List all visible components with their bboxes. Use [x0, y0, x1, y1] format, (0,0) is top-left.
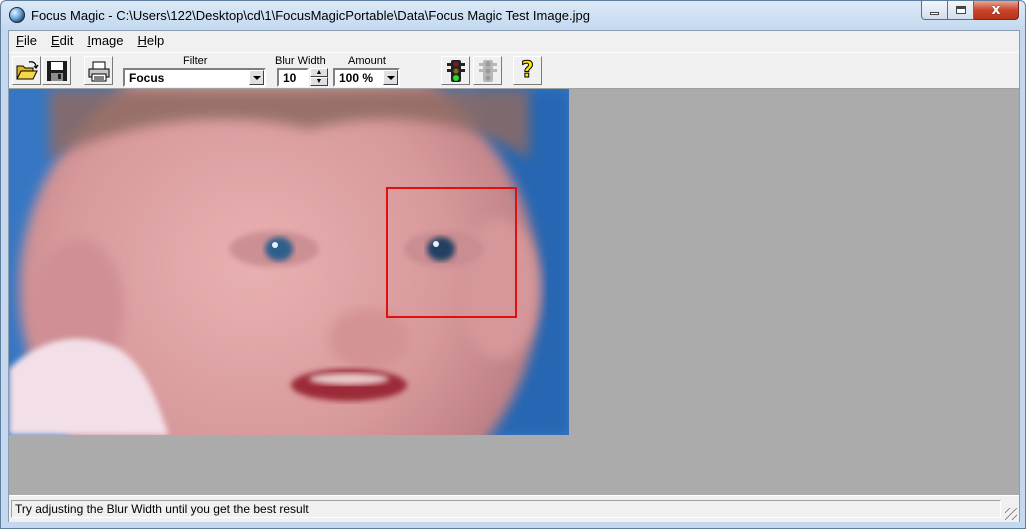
menu-help[interactable]: Help [131, 31, 172, 51]
floppy-disk-icon [46, 60, 67, 81]
title-bar[interactable]: Focus Magic - C:\Users\122\Desktop\cd\1\… [1, 1, 1025, 29]
blur-width-label: Blur Width [275, 55, 326, 67]
open-folder-icon [15, 60, 38, 79]
maximize-button[interactable] [948, 1, 974, 20]
traffic-light-disabled-icon [478, 59, 497, 82]
blur-width-stepper[interactable]: ▲ ▼ [310, 68, 328, 87]
question-mark-icon: ? [521, 58, 535, 84]
blur-width-input[interactable]: 10 [277, 68, 309, 87]
chevron-down-icon[interactable] [249, 70, 264, 85]
maximize-icon [955, 6, 966, 14]
client-area: File Edit Image Help Filter Focus Blur W… [8, 30, 1020, 522]
status-bar: Try adjusting the Blur Width until you g… [9, 495, 1019, 522]
image-workspace[interactable] [9, 89, 1019, 495]
menu-image[interactable]: Image [80, 31, 130, 51]
filter-value: Focus [129, 71, 165, 85]
amount-label: Amount [348, 55, 386, 67]
minimize-button[interactable] [921, 1, 948, 20]
close-button[interactable]: x [974, 1, 1019, 20]
caption-buttons: x [921, 1, 1019, 21]
stepper-down-icon[interactable]: ▼ [310, 77, 328, 86]
open-button[interactable] [12, 56, 41, 85]
filter-label: Filter [183, 55, 208, 67]
app-icon[interactable] [9, 7, 25, 23]
resize-grip-icon[interactable] [1005, 508, 1017, 520]
stop-button[interactable] [473, 56, 502, 85]
menu-edit[interactable]: Edit [44, 31, 80, 51]
menu-file[interactable]: File [9, 31, 44, 51]
filter-select[interactable]: Focus [123, 68, 266, 87]
amount-value: 100 % [339, 71, 374, 85]
blur-width-value: 10 [283, 71, 297, 85]
print-button[interactable] [84, 56, 113, 85]
traffic-light-icon [446, 59, 465, 82]
toolbar: Filter Focus Blur Width 10 ▲ ▼ Amount 10… [9, 52, 1019, 89]
save-button[interactable] [42, 56, 71, 85]
photo-canvas[interactable] [9, 89, 569, 435]
stepper-up-icon[interactable]: ▲ [310, 68, 328, 77]
chevron-down-icon[interactable] [383, 70, 398, 85]
menu-bar: File Edit Image Help [9, 31, 1019, 51]
go-button[interactable] [441, 56, 470, 85]
status-message: Try adjusting the Blur Width until you g… [11, 500, 1001, 518]
amount-select[interactable]: 100 % [333, 68, 400, 87]
minimize-icon [930, 12, 939, 15]
help-button[interactable]: ? [513, 56, 542, 85]
window-title: Focus Magic - C:\Users\122\Desktop\cd\1\… [31, 8, 590, 23]
close-icon: x [991, 2, 1001, 18]
app-window: Focus Magic - C:\Users\122\Desktop\cd\1\… [0, 0, 1026, 529]
printer-icon [88, 61, 109, 81]
focus-selection-rectangle[interactable] [386, 187, 517, 318]
